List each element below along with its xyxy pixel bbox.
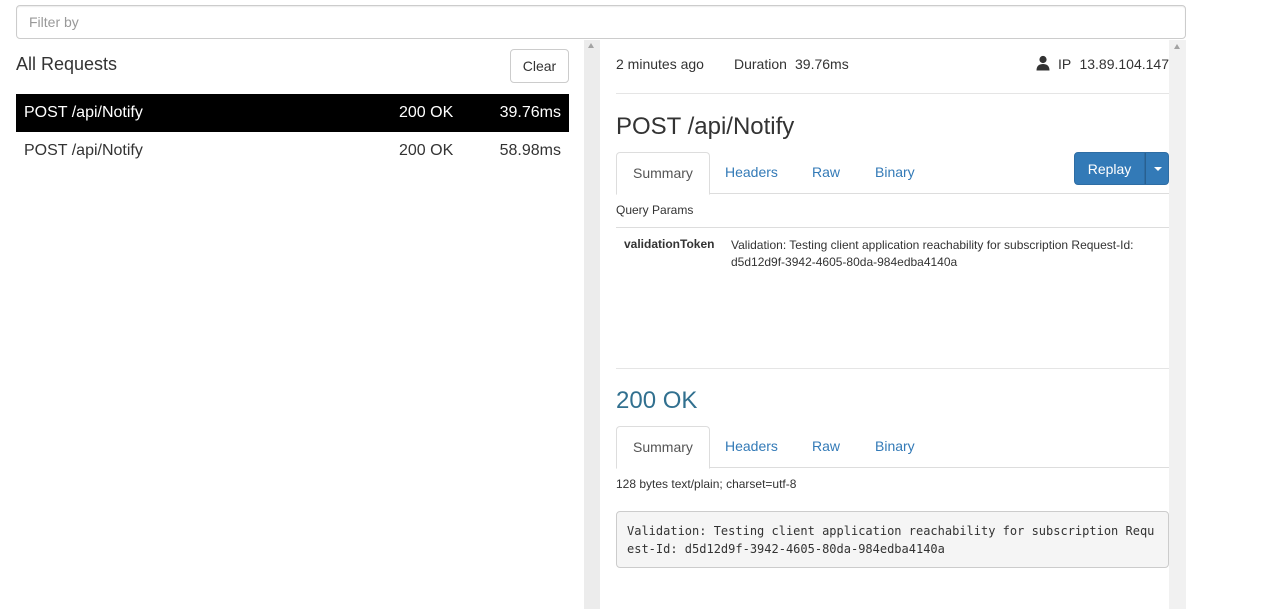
- request-row[interactable]: POST /api/Notify 200 OK 58.98ms: [16, 132, 569, 170]
- ip-value: 13.89.104.147: [1079, 56, 1169, 72]
- tab-request-binary[interactable]: Binary: [859, 152, 931, 194]
- ip-label: IP: [1058, 56, 1072, 72]
- tab-request-raw[interactable]: Raw: [796, 152, 856, 194]
- query-param-value: Validation: Testing client application r…: [731, 238, 1134, 269]
- detail-scrollbar[interactable]: [1169, 40, 1186, 609]
- response-body: Validation: Testing client application r…: [616, 511, 1169, 568]
- request-path: POST /api/Notify: [24, 142, 143, 159]
- query-param-key: validationToken: [624, 237, 715, 251]
- time-ago: 2 minutes ago: [616, 56, 704, 72]
- tab-response-headers[interactable]: Headers: [709, 426, 794, 468]
- request-status: 200 OK: [399, 104, 454, 121]
- response-status-title: 200 OK: [616, 387, 698, 414]
- tab-response-summary[interactable]: Summary: [616, 426, 710, 469]
- requests-header: All Requests Clear: [16, 46, 569, 94]
- duration-label: Duration: [734, 56, 787, 72]
- query-params-table: validationToken Validation: Testing clie…: [616, 227, 1169, 368]
- query-params-label: Query Params: [616, 203, 694, 217]
- requests-panel: All Requests Clear POST /api/Notify 200 …: [16, 46, 569, 170]
- request-duration: 39.76ms: [499, 104, 561, 121]
- panel-splitter[interactable]: [584, 40, 600, 609]
- request-detail-panel: 2 minutes ago Duration 39.76ms IP 13.89.…: [616, 40, 1169, 568]
- scroll-up-arrow-icon[interactable]: [1174, 44, 1180, 49]
- tab-request-summary[interactable]: Summary: [616, 152, 710, 195]
- request-row[interactable]: POST /api/Notify 200 OK 39.76ms: [16, 94, 569, 132]
- user-icon: [1036, 55, 1050, 71]
- tab-request-headers[interactable]: Headers: [709, 152, 794, 194]
- duration-value: 39.76ms: [795, 56, 849, 72]
- request-meta: 2 minutes ago Duration 39.76ms IP 13.89.…: [616, 40, 1169, 94]
- request-path: POST /api/Notify: [24, 104, 143, 121]
- request-tabs: Summary Headers Raw Binary: [616, 152, 1169, 195]
- clear-button[interactable]: Clear: [510, 49, 569, 83]
- requests-title: All Requests: [16, 54, 118, 74]
- request-title: POST /api/Notify: [616, 113, 795, 140]
- response-meta: 128 bytes text/plain; charset=utf-8: [616, 477, 797, 491]
- tab-response-binary[interactable]: Binary: [859, 426, 931, 468]
- filter-input[interactable]: [16, 5, 1186, 39]
- response-tabs: Summary Headers Raw Binary: [616, 426, 1169, 469]
- request-status: 200 OK: [399, 142, 454, 159]
- request-duration: 58.98ms: [499, 142, 561, 159]
- scroll-up-arrow-icon[interactable]: [588, 43, 594, 48]
- tab-response-raw[interactable]: Raw: [796, 426, 856, 468]
- section-divider: [616, 368, 1169, 369]
